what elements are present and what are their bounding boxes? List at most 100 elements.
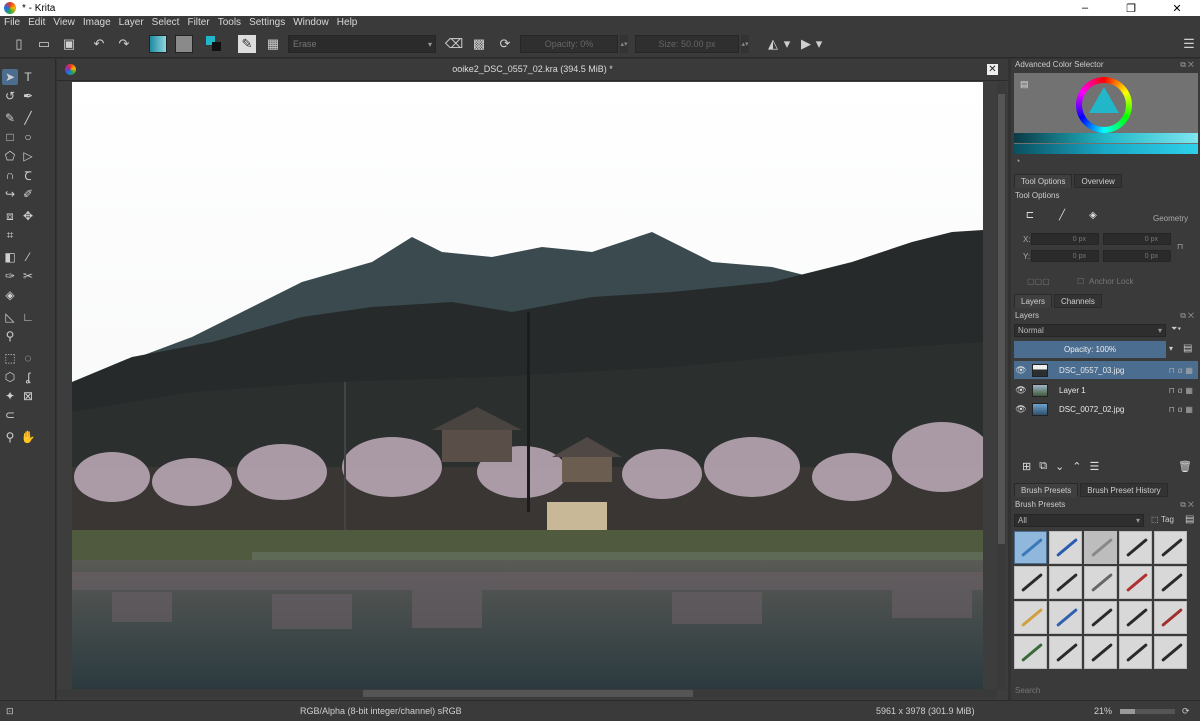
tab-overview[interactable]: Overview (1074, 174, 1122, 188)
color-shade-bar-1[interactable] (1014, 133, 1198, 143)
visibility-eye-icon[interactable]: 👁 (1014, 385, 1028, 396)
color-wheel[interactable] (1076, 77, 1132, 133)
open-document-icon[interactable]: ▭ (35, 35, 53, 53)
color-picker-tool-icon[interactable]: ⁄ (20, 249, 36, 265)
menu-layer[interactable]: Layer (115, 16, 148, 30)
mirror-vertical-icon[interactable]: ▶ (797, 35, 815, 53)
menu-image[interactable]: Image (79, 16, 115, 30)
reference-images-tool-icon[interactable]: ⚲ (2, 328, 18, 344)
mirror-options-chevron-icon[interactable]: ▾ (783, 35, 791, 53)
layer-lock-alpha-icons[interactable]: ⊓α▦ (1169, 366, 1196, 375)
opacity-spin-arrows[interactable]: ▴▾ (620, 35, 628, 53)
brush-preset[interactable] (1154, 636, 1187, 669)
menu-file[interactable]: File (0, 16, 24, 30)
brush-preset[interactable] (1154, 566, 1187, 599)
zoom-slider[interactable] (1120, 709, 1175, 714)
restore-button[interactable]: ❐ (1108, 0, 1154, 16)
brush-preset[interactable] (1119, 636, 1152, 669)
contiguous-selection-tool-icon[interactable]: ✦ (2, 388, 18, 404)
brush-preset[interactable] (1049, 531, 1082, 564)
document-tab[interactable]: ooike2_DSC_0557_02.kra (394.5 MiB) * ✕ (57, 59, 1008, 81)
rotate-canvas-icon[interactable]: ⟳ (1182, 706, 1190, 717)
dynamic-brush-tool-icon[interactable]: ↪ (2, 186, 18, 202)
transform-tool-icon[interactable]: ⧈ (2, 208, 18, 224)
brush-preset[interactable] (1154, 601, 1187, 634)
mirror-v-options-chevron-icon[interactable]: ▾ (815, 35, 823, 53)
color-history-icon[interactable]: ◔ (1015, 156, 1020, 166)
move-layer-up-icon[interactable]: ⌃ (1072, 460, 1081, 473)
image-size-info[interactable]: 5961 x 3978 (301.9 MiB) (876, 706, 975, 716)
brush-preset-eraser[interactable] (1014, 531, 1047, 564)
brush-preset[interactable] (1014, 636, 1047, 669)
brush-preset[interactable] (1084, 601, 1117, 634)
line-stroke-icon[interactable]: ╱ (1053, 208, 1071, 222)
brush-preset[interactable] (1014, 566, 1047, 599)
layer-row[interactable]: 👁 DSC_0072_02.jpg ⊓α▦ (1014, 400, 1198, 418)
x-position-field[interactable]: 0 px (1031, 233, 1099, 245)
anchor-lock-checkbox[interactable]: ☐ (1077, 277, 1084, 286)
brush-preset[interactable] (1049, 566, 1082, 599)
bezier-selection-tool-icon[interactable]: ⊂ (2, 407, 18, 423)
rectangular-selection-tool-icon[interactable]: ⬚ (2, 350, 18, 366)
layer-properties-button-icon[interactable]: ☰ (1090, 460, 1100, 473)
presets-float-close-icon[interactable]: ⧉✕ (1180, 500, 1196, 510)
vertical-scrollbar[interactable] (997, 82, 1006, 689)
menu-view[interactable]: View (49, 16, 79, 30)
line-tool-icon[interactable]: ╱ (20, 110, 36, 126)
freehand-brush-tool-icon[interactable]: ✎ (2, 110, 18, 126)
menu-help[interactable]: Help (333, 16, 362, 30)
opacity-slider[interactable]: Opacity: 0% (520, 35, 618, 53)
shape-select-icon[interactable]: ⊏ (1021, 208, 1039, 222)
close-document-icon[interactable]: ✕ (987, 64, 998, 75)
colorize-mask-tool-icon[interactable]: ✑ (2, 268, 18, 284)
canvas-image[interactable] (72, 82, 983, 689)
move-layer-down-icon[interactable]: ⌄ (1055, 460, 1064, 473)
layer-filter-icon[interactable]: ⏷▾ (1171, 324, 1181, 334)
visibility-eye-icon[interactable]: 👁 (1014, 365, 1028, 376)
ellipse-tool-icon[interactable]: ○ (20, 129, 36, 145)
dock-float-close-icon[interactable]: ⧉✕ (1180, 60, 1196, 70)
polyline-tool-icon[interactable]: ▷ (20, 148, 36, 164)
bezier-curve-tool-icon[interactable]: ∩ (2, 167, 18, 183)
preset-view-icon[interactable]: ▤ (1185, 514, 1194, 525)
multibrush-tool-icon[interactable]: ✐ (20, 186, 36, 202)
menu-edit[interactable]: Edit (24, 16, 49, 30)
close-window-button[interactable]: ✕ (1154, 0, 1200, 16)
move-tool-icon[interactable]: ✥ (20, 208, 36, 224)
brush-preset[interactable] (1049, 636, 1082, 669)
measure-tool-icon[interactable]: ∟ (20, 309, 36, 325)
color-triangle[interactable] (1089, 87, 1119, 113)
tag-label[interactable]: Tag (1161, 515, 1174, 524)
opacity-spin-icon[interactable]: ▾ (1169, 344, 1173, 353)
menu-window[interactable]: Window (289, 16, 333, 30)
brush-preset[interactable] (1119, 531, 1152, 564)
horizontal-scroll-thumb[interactable] (363, 690, 693, 697)
smart-patch-tool-icon[interactable]: ✂ (20, 268, 36, 284)
edit-shapes-tool-icon[interactable]: ↺ (2, 88, 18, 104)
layer-row[interactable]: 👁 Layer 1 ⊓α▦ (1014, 381, 1198, 399)
aspect-lock-icon[interactable]: ⊓ (1177, 242, 1183, 251)
brush-preset[interactable] (1084, 636, 1117, 669)
anchor-buttons-icon[interactable]: ▢▢▢ (1027, 277, 1050, 286)
y-position-field[interactable]: 0 px (1031, 250, 1099, 262)
brush-preset[interactable] (1084, 531, 1117, 564)
layer-lock-alpha-icons[interactable]: ⊓α▦ (1169, 405, 1196, 414)
pan-tool-icon[interactable]: ✋ (20, 429, 36, 445)
alpha-lock-icon[interactable]: ▩ (470, 35, 488, 53)
save-icon[interactable]: ▣ (60, 35, 78, 53)
color-settings-icon[interactable]: ▤ (1020, 79, 1029, 90)
eraser-mode-icon[interactable]: ⌫ (445, 35, 463, 53)
layer-row[interactable]: 👁 DSC_0557_03.jpg ⊓α▦ (1014, 361, 1198, 379)
elliptical-selection-tool-icon[interactable]: ◌ (20, 350, 36, 366)
delete-layer-icon[interactable]: 🗑 (1178, 460, 1192, 473)
gradient-swatch[interactable] (149, 35, 167, 53)
undo-icon[interactable]: ↶ (90, 35, 108, 53)
brush-preset-icon[interactable]: ✎ (238, 35, 256, 53)
workspace-menu-icon[interactable]: ☰ (1180, 35, 1198, 53)
text-tool-icon[interactable]: T (20, 69, 36, 85)
grid-view-icon[interactable]: ▦ (264, 35, 282, 53)
selection-mode-icon[interactable]: ⊡ (6, 706, 14, 717)
brush-preset[interactable] (1049, 601, 1082, 634)
preset-search-field[interactable]: Search (1015, 686, 1040, 695)
size-slider[interactable]: Size: 50.00 px (635, 35, 739, 53)
